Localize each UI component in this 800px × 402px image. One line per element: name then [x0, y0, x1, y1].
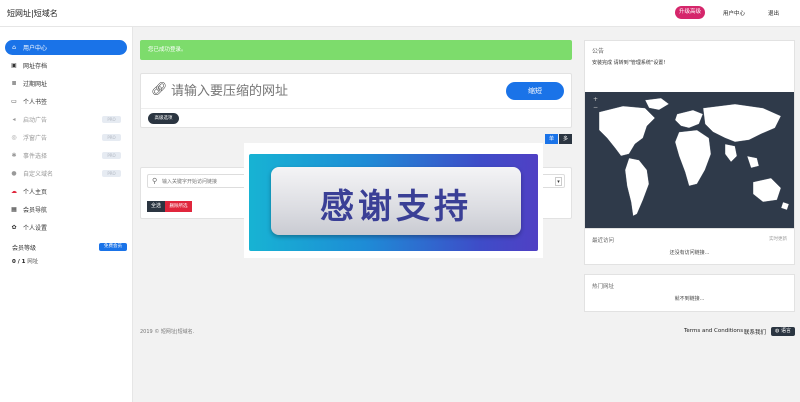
hot-urls-card: 热门网址 就不到链接...	[584, 274, 795, 312]
url-input[interactable]	[171, 82, 501, 100]
sidebar-item-label: 会员导航	[23, 207, 48, 214]
shorten-button[interactable]: 缩短	[506, 82, 564, 100]
upgrade-button[interactable]: 升级高级	[675, 6, 705, 19]
sidebar-item-bookmarks[interactable]: ▭ 个人书签	[5, 94, 127, 109]
sidebar-item-label: 过期网址	[23, 81, 48, 88]
divider	[141, 108, 571, 109]
member-level-label: 会员等级	[12, 245, 37, 252]
sidebar-item-label: 自定义域名	[23, 171, 54, 178]
zoom-out-icon[interactable]: −	[593, 104, 598, 111]
sidebar-item-launch-ads[interactable]: ◂ 启动广告 PRO	[5, 112, 127, 127]
logout-link[interactable]: 退出	[768, 9, 779, 17]
target-icon: ◎	[11, 133, 17, 141]
list-icon: ≣	[11, 79, 17, 87]
notice-text: 安装完成 请转到"管理系统"设置!	[592, 60, 666, 66]
briefcase-icon: ▣	[11, 61, 17, 69]
recent-visits-title: 最近访问	[592, 238, 615, 244]
globe-icon: ●	[11, 169, 17, 177]
recent-empty-message: 还没有访问链接...	[669, 250, 710, 256]
pro-badge: PRO	[102, 116, 121, 123]
megaphone-icon: ◂	[12, 115, 16, 123]
sidebar: ⌂ 用户中心 ▣ 网址存档 ≣ 过期网址 ▭ 个人书签 ◂ 启动广告 PRO ◎…	[0, 27, 133, 402]
folder-icon: ▭	[11, 97, 17, 105]
sidebar-item-label: 个人书签	[23, 99, 48, 106]
hot-urls-title: 热门网址	[592, 284, 615, 290]
sidebar-item-float-ads[interactable]: ◎ 浮窗广告 PRO	[5, 130, 127, 145]
notice-card: 公告 安装完成 请转到"管理系统"设置! + −	[584, 40, 795, 257]
multi-mode-toggle[interactable]: 多	[559, 134, 572, 144]
shorten-card: 🔗︎ 缩短 高级选项	[140, 73, 572, 128]
grid-icon: ▦	[11, 205, 17, 213]
free-member-badge[interactable]: 免费会员	[99, 243, 127, 251]
cog-icon: ✿	[11, 223, 17, 231]
chevron-down-icon[interactable]: ▾	[555, 177, 562, 186]
realtime-update-label: 实时更新	[769, 237, 787, 242]
promo-background: 感谢支持	[249, 154, 538, 251]
top-bar: 短网址|短域名 升级高级 用户中心 退出	[0, 0, 800, 27]
sidebar-item-label: 个人设置	[23, 225, 48, 232]
user-center-link[interactable]: 用户中心	[723, 9, 745, 17]
delete-selected-button[interactable]: 删除所选	[165, 201, 192, 212]
promo-plate: 感谢支持	[271, 167, 521, 235]
footer-copyright: 2019 © 短网址|短域名.	[140, 329, 195, 335]
brand-logo[interactable]: 短网址|短域名	[7, 8, 58, 19]
sidebar-item-events[interactable]: ✱ 事件选择 PRO	[5, 148, 127, 163]
sidebar-item-label: 个人主页	[23, 189, 48, 196]
select-all-button[interactable]: 全选	[147, 201, 165, 212]
advanced-options-button[interactable]: 高级选项	[148, 113, 179, 124]
sidebar-item-archive[interactable]: ▣ 网址存档	[5, 58, 127, 73]
promo-image: 感谢支持	[244, 143, 543, 258]
search-icon: ⚲	[152, 177, 158, 185]
language-button[interactable]: ◍ 语言	[771, 327, 795, 336]
sidebar-item-label: 启动广告	[23, 117, 48, 124]
sidebar-item-user-center[interactable]: ⌂ 用户中心	[5, 40, 127, 55]
terms-link[interactable]: Terms and Conditions	[684, 328, 743, 334]
pro-badge: PRO	[102, 152, 121, 159]
member-url-count: 0 / 1 网址	[12, 257, 38, 265]
contact-link[interactable]: 联系我们	[744, 328, 766, 336]
globe-icon: ◍	[775, 328, 780, 334]
member-count-value: 0 / 1	[12, 259, 26, 265]
language-label: 语言	[780, 328, 791, 334]
sidebar-item-custom-domain[interactable]: ● 自定义域名 PRO	[5, 166, 127, 181]
zoom-in-icon[interactable]: +	[593, 96, 598, 103]
hot-empty-message: 就不到链接...	[674, 296, 705, 302]
pro-badge: PRO	[102, 170, 121, 177]
sidebar-item-expired[interactable]: ≣ 过期网址	[5, 76, 127, 91]
success-alert: 您已成功登录。	[140, 40, 572, 60]
sidebar-item-label: 用户中心	[23, 45, 48, 52]
link-icon: 🔗︎	[151, 82, 168, 97]
gear-icon: ✱	[11, 151, 17, 159]
home-icon: ⌂	[12, 43, 16, 51]
recent-visits-card: 最近访问 实时更新 还没有访问链接...	[584, 228, 795, 265]
notice-title: 公告	[592, 48, 605, 55]
promo-text: 感谢支持	[320, 187, 472, 227]
single-mode-toggle[interactable]: 单	[545, 134, 558, 144]
sidebar-item-label: 事件选择	[23, 153, 48, 160]
sidebar-item-member-nav[interactable]: ▦ 会员导航	[5, 202, 127, 217]
sidebar-item-label: 浮窗广告	[23, 135, 48, 142]
member-count-unit: 网址	[25, 259, 39, 265]
sidebar-item-settings[interactable]: ✿ 个人设置	[5, 220, 127, 235]
sidebar-item-label: 网址存档	[23, 63, 48, 70]
pro-badge: PRO	[102, 134, 121, 141]
cloud-icon: ☁	[11, 187, 17, 195]
sidebar-item-homepage[interactable]: ☁ 个人主页	[5, 184, 127, 199]
